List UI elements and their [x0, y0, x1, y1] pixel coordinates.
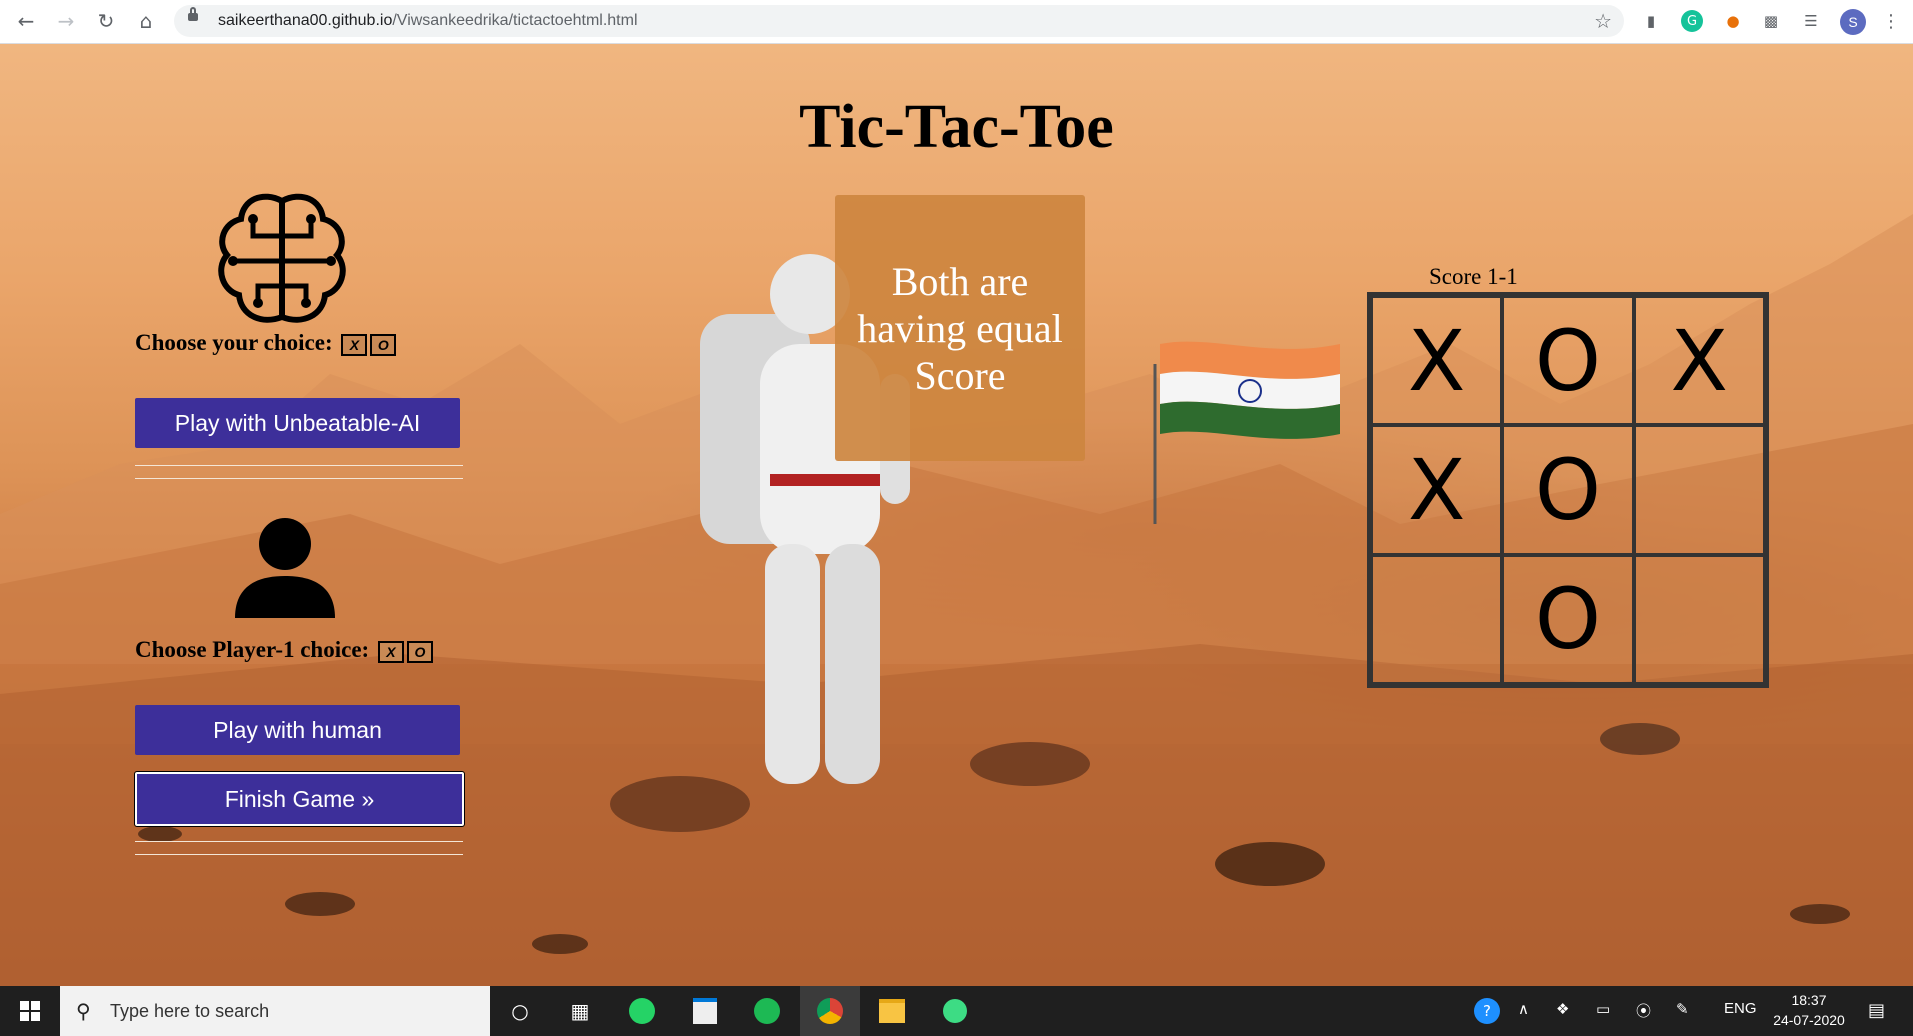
score-label: Score 1-1 — [1429, 264, 1518, 289]
person-icon — [235, 518, 335, 618]
board-cell[interactable]: X — [1633, 296, 1765, 426]
battery-icon[interactable]: ▭ — [1596, 1000, 1610, 1018]
extension-chart-icon[interactable]: ▮ — [1640, 10, 1662, 32]
whatsapp-icon[interactable] — [627, 996, 657, 1026]
board-cell[interactable]: O — [1502, 425, 1634, 555]
task-view-icon[interactable]: ▦ — [565, 996, 595, 1026]
search-icon: ⚲ — [76, 999, 91, 1023]
ai-choice-x-button[interactable]: X — [341, 333, 368, 356]
board-cell[interactable]: X — [1371, 296, 1503, 426]
clock-time: 18:37 — [1791, 992, 1827, 1008]
chevron-up-icon[interactable]: ∧ — [1518, 1000, 1529, 1018]
windows-logo-icon — [20, 1001, 40, 1021]
player-choice-label: Choose Player-1 choice: — [135, 637, 370, 662]
board-cell[interactable]: O — [1502, 554, 1634, 684]
media-queue-icon[interactable]: ☰ — [1800, 10, 1822, 32]
player-choice-o-button[interactable]: O — [406, 640, 433, 663]
board-cell[interactable]: X — [1371, 425, 1503, 555]
page-title: Tic-Tac-Toe — [799, 93, 1114, 161]
chrome-icon[interactable] — [800, 986, 860, 1036]
back-icon[interactable]: ← — [14, 9, 38, 33]
ai-choice-o-button[interactable]: O — [370, 333, 397, 356]
pen-icon[interactable]: ✎ — [1676, 1000, 1689, 1018]
app-icon[interactable] — [940, 996, 970, 1026]
board-cell[interactable] — [1371, 554, 1503, 684]
taskbar-search-box[interactable]: ⚲ Type here to search — [60, 986, 490, 1036]
divider — [135, 854, 463, 855]
player-choice-x-button[interactable]: X — [377, 640, 404, 663]
address-bar[interactable]: saikeerthana00.github.io/Viwsankeedrika/… — [174, 5, 1624, 37]
finish-game-button[interactable]: Finish Game » — [134, 771, 465, 827]
url-host: saikeerthana00.github.io — [218, 12, 393, 29]
status-message: Both are having equal Score — [857, 258, 1063, 398]
search-placeholder: Type here to search — [110, 1001, 270, 1021]
windows-taskbar: ⚲ Type here to search ○ ▦ ? ∧ ❖ ▭ ⦿ ✎ EN… — [0, 986, 1913, 1036]
play-ai-button[interactable]: Play with Unbeatable-AI — [135, 398, 460, 448]
divider — [135, 841, 463, 842]
ai-choice-row: Choose your choice: XO — [135, 330, 397, 356]
brain-circuit-icon — [218, 193, 346, 323]
browser-toolbar: ← → ↻ ⌂ saikeerthana00.github.io/Viwsank… — [0, 0, 1913, 44]
store-icon[interactable] — [690, 996, 720, 1026]
home-icon[interactable]: ⌂ — [134, 9, 158, 33]
lock-icon — [188, 7, 198, 21]
clock-date: 24-07-2020 — [1773, 1012, 1845, 1028]
bookmark-star-icon[interactable]: ☆ — [1594, 9, 1612, 33]
url-path: /Viwsankeedrika/tictactoehtml.html — [392, 12, 638, 29]
extension-fire-icon[interactable]: ● — [1722, 10, 1744, 32]
divider — [135, 478, 463, 479]
url-text[interactable]: saikeerthana00.github.io/Viwsankeedrika/… — [218, 12, 638, 30]
help-icon[interactable]: ? — [1474, 998, 1500, 1024]
file-explorer-icon[interactable] — [877, 996, 907, 1026]
dropbox-icon[interactable]: ❖ — [1556, 1000, 1569, 1018]
board-cell[interactable] — [1633, 554, 1765, 684]
cortana-icon[interactable]: ○ — [505, 996, 535, 1026]
profile-avatar[interactable]: S — [1840, 9, 1866, 35]
play-human-button[interactable]: Play with human — [135, 705, 460, 755]
notifications-icon[interactable]: ▤ — [1868, 1000, 1885, 1021]
wifi-icon[interactable]: ⦿ — [1636, 1000, 1651, 1021]
extensions-puzzle-icon[interactable]: ▩ — [1760, 10, 1782, 32]
spotify-icon[interactable] — [752, 996, 782, 1026]
board-cell[interactable] — [1633, 425, 1765, 555]
status-message-box: Both are having equal Score — [835, 195, 1085, 461]
forward-icon[interactable]: → — [54, 9, 78, 33]
divider — [135, 465, 463, 466]
board-cell[interactable]: O — [1502, 296, 1634, 426]
page-content: Tic-Tac-Toe Choose your choice: XO Play … — [0, 44, 1913, 986]
windows-start-button[interactable] — [0, 986, 60, 1036]
grammarly-icon[interactable]: G — [1681, 10, 1703, 32]
game-board: X O X X O O — [1367, 292, 1769, 688]
language-indicator[interactable]: ENG — [1724, 1000, 1757, 1017]
player-choice-row: Choose Player-1 choice: XO — [135, 637, 433, 663]
ai-choice-label: Choose your choice: — [135, 330, 333, 355]
clock[interactable]: 18:37 24-07-2020 — [1764, 990, 1854, 1030]
menu-dots-icon[interactable]: ⋮ — [1880, 10, 1902, 32]
reload-icon[interactable]: ↻ — [94, 9, 118, 33]
